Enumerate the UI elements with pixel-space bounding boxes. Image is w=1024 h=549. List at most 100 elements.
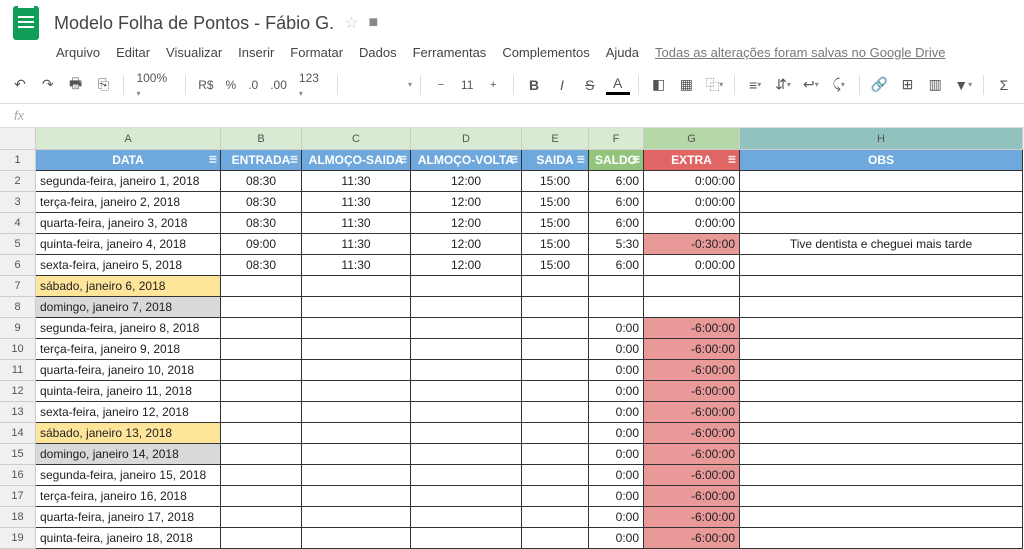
cell-obs[interactable] [740, 486, 1023, 507]
cell-saldo[interactable]: 0:00 [589, 402, 644, 423]
hdr-extra[interactable]: EXTRA☰ [644, 150, 740, 171]
cell-almoco-saida[interactable]: 11:30 [302, 234, 411, 255]
cell-saldo[interactable]: 0:00 [589, 465, 644, 486]
cell-entrada[interactable] [221, 297, 302, 318]
row-header[interactable]: 9 [0, 318, 36, 339]
menu-formatar[interactable]: Formatar [290, 45, 343, 60]
cell-data[interactable]: quinta-feira, janeiro 4, 2018 [36, 234, 221, 255]
col-header[interactable]: H [740, 128, 1023, 149]
cell-entrada[interactable]: 08:30 [221, 255, 302, 276]
row-header[interactable]: 17 [0, 486, 36, 507]
cell-data[interactable]: quarta-feira, janeiro 10, 2018 [36, 360, 221, 381]
cell-data[interactable]: segunda-feira, janeiro 8, 2018 [36, 318, 221, 339]
cell-saldo[interactable] [589, 276, 644, 297]
hdr-almoco-volta[interactable]: ALMOÇO-VOLTA☰ [411, 150, 522, 171]
menu-inserir[interactable]: Inserir [238, 45, 274, 60]
filter-button[interactable]: ▼ [951, 73, 975, 97]
paint-format-button[interactable]: ⎘ [92, 73, 116, 97]
cell-saida[interactable] [522, 381, 589, 402]
cell-extra[interactable]: -6:00:00 [644, 465, 740, 486]
cell-entrada[interactable] [221, 486, 302, 507]
cell-almoco-saida[interactable]: 11:30 [302, 171, 411, 192]
cell-almoco-volta[interactable] [411, 444, 522, 465]
redo-button[interactable]: ↷ [36, 73, 60, 97]
halign-button[interactable]: ≡ [743, 73, 767, 97]
cell-almoco-saida[interactable] [302, 465, 411, 486]
row-header[interactable]: 3 [0, 192, 36, 213]
rotate-button[interactable]: ⤹ [827, 73, 851, 97]
cell-data[interactable]: quinta-feira, janeiro 18, 2018 [36, 528, 221, 549]
cell-obs[interactable] [740, 507, 1023, 528]
cell-saldo[interactable]: 0:00 [589, 444, 644, 465]
cell-extra[interactable]: -6:00:00 [644, 360, 740, 381]
cell-saida[interactable]: 15:00 [522, 234, 589, 255]
hdr-entrada[interactable]: ENTRADA☰ [221, 150, 302, 171]
cell-saldo[interactable]: 0:00 [589, 339, 644, 360]
row-header[interactable]: 13 [0, 402, 36, 423]
cell-extra[interactable]: -6:00:00 [644, 423, 740, 444]
cell-entrada[interactable]: 08:30 [221, 171, 302, 192]
cell-obs[interactable] [740, 318, 1023, 339]
col-header[interactable]: D [411, 128, 522, 149]
cell-entrada[interactable]: 08:30 [221, 213, 302, 234]
cell-almoco-saida[interactable] [302, 402, 411, 423]
row-header[interactable]: 6 [0, 255, 36, 276]
link-button[interactable]: 🔗 [868, 73, 892, 97]
menu-ferramentas[interactable]: Ferramentas [413, 45, 487, 60]
formula-bar[interactable]: fx [0, 104, 1024, 128]
cell-saldo[interactable]: 6:00 [589, 213, 644, 234]
cell-entrada[interactable] [221, 360, 302, 381]
row-header[interactable]: 10 [0, 339, 36, 360]
cell-almoco-volta[interactable] [411, 297, 522, 318]
cell-data[interactable]: sábado, janeiro 13, 2018 [36, 423, 221, 444]
cell-entrada[interactable] [221, 465, 302, 486]
cell-saida[interactable]: 15:00 [522, 213, 589, 234]
cell-almoco-saida[interactable]: 11:30 [302, 255, 411, 276]
cell-saida[interactable] [522, 318, 589, 339]
italic-button[interactable]: I [550, 73, 574, 97]
row-header[interactable]: 16 [0, 465, 36, 486]
star-icon[interactable]: ☆ [344, 13, 358, 33]
row-header[interactable]: 14 [0, 423, 36, 444]
cell-extra[interactable]: -6:00:00 [644, 381, 740, 402]
cell-data[interactable]: terça-feira, janeiro 2, 2018 [36, 192, 221, 213]
hdr-data[interactable]: DATA☰ [36, 150, 221, 171]
menu-dados[interactable]: Dados [359, 45, 397, 60]
cell-saldo[interactable]: 0:00 [589, 423, 644, 444]
cell-saldo[interactable]: 0:00 [589, 381, 644, 402]
cell-almoco-volta[interactable] [411, 486, 522, 507]
cell-saldo[interactable]: 0:00 [589, 507, 644, 528]
cell-almoco-volta[interactable]: 12:00 [411, 234, 522, 255]
cell-extra[interactable]: 0:00:00 [644, 192, 740, 213]
cell-obs[interactable] [740, 213, 1023, 234]
col-header[interactable]: A [36, 128, 221, 149]
wrap-button[interactable]: ↩ [799, 73, 823, 97]
text-color-button[interactable]: A [606, 75, 630, 95]
percent-button[interactable]: % [222, 78, 241, 92]
cell-extra[interactable] [644, 276, 740, 297]
cell-obs[interactable] [740, 402, 1023, 423]
cell-saida[interactable]: 15:00 [522, 171, 589, 192]
sheet-grid[interactable]: A B C D E F G H 1 DATA☰ ENTRADA☰ ALMOÇO-… [0, 128, 1024, 549]
cell-data[interactable]: domingo, janeiro 14, 2018 [36, 444, 221, 465]
cell-almoco-saida[interactable] [302, 276, 411, 297]
cell-obs[interactable] [740, 528, 1023, 549]
cell-obs[interactable] [740, 276, 1023, 297]
cell-saida[interactable] [522, 507, 589, 528]
menu-visualizar[interactable]: Visualizar [166, 45, 222, 60]
col-header[interactable]: B [221, 128, 302, 149]
row-header[interactable]: 1 [0, 150, 36, 171]
row-header[interactable]: 4 [0, 213, 36, 234]
cell-almoco-volta[interactable] [411, 360, 522, 381]
cell-entrada[interactable] [221, 276, 302, 297]
sheets-logo-icon[interactable] [8, 5, 44, 41]
cell-saldo[interactable]: 0:00 [589, 486, 644, 507]
cell-almoco-volta[interactable] [411, 339, 522, 360]
cell-almoco-saida[interactable] [302, 318, 411, 339]
row-header[interactable]: 11 [0, 360, 36, 381]
cell-saida[interactable] [522, 297, 589, 318]
cell-entrada[interactable] [221, 423, 302, 444]
cell-almoco-saida[interactable] [302, 486, 411, 507]
cell-obs[interactable] [740, 381, 1023, 402]
font-size-inc[interactable]: + [481, 73, 505, 97]
